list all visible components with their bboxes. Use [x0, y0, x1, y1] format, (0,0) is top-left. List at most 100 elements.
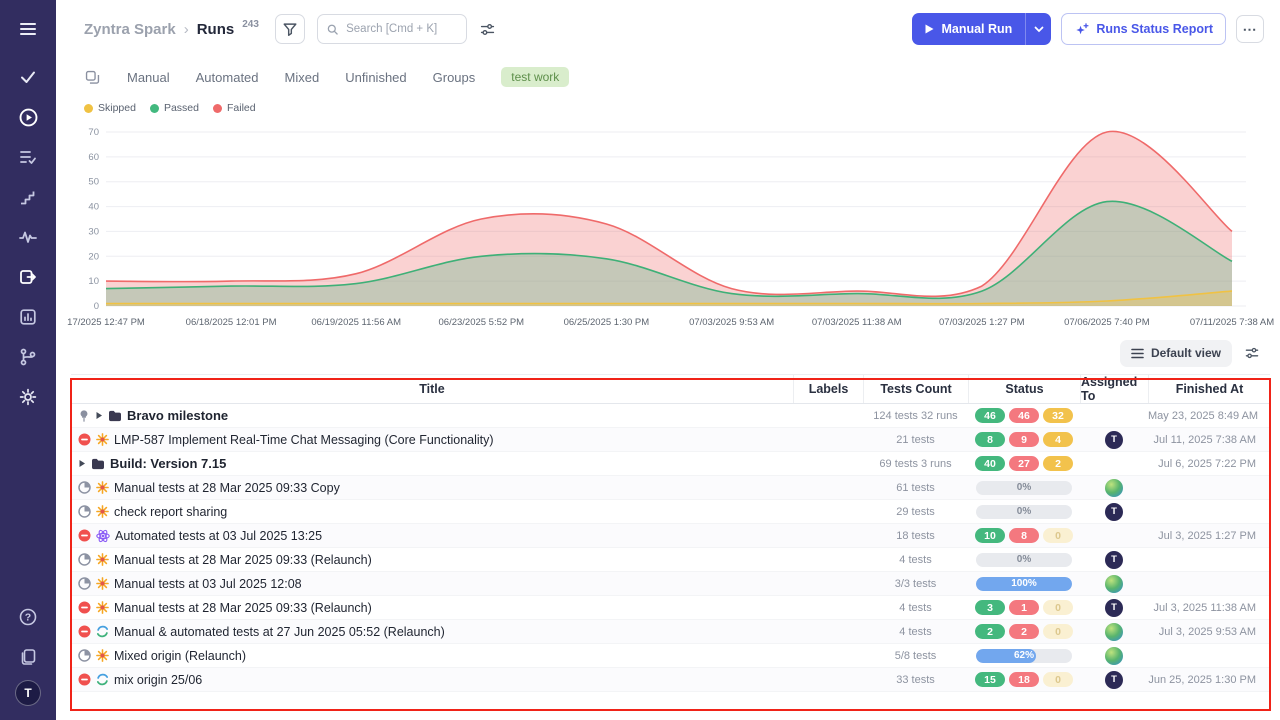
user-avatar[interactable]: T — [15, 680, 41, 706]
table-row[interactable]: LMP-587 Implement Real-Time Chat Messagi… — [71, 428, 1270, 452]
table-row[interactable]: Manual tests at 03 Jul 2025 12:083/3 tes… — [71, 572, 1270, 596]
assignee-avatar-globe[interactable] — [1105, 623, 1123, 641]
run-title[interactable]: Manual & automated tests at 27 Jun 2025 … — [114, 625, 445, 639]
column-header-title[interactable]: Title — [71, 375, 793, 403]
tab-manual[interactable]: Manual — [127, 70, 170, 85]
chevron-down-icon — [1034, 26, 1044, 33]
default-view-button[interactable]: Default view — [1120, 340, 1232, 367]
select-runs-button[interactable] — [84, 69, 101, 86]
sidebar-item-milestones[interactable] — [9, 180, 47, 214]
sidebar-item-cases[interactable] — [9, 60, 47, 94]
progress-label: 0% — [976, 481, 1072, 495]
status-cell: 1080 — [968, 528, 1080, 543]
run-title[interactable]: Manual tests at 28 Mar 2025 09:33 Copy — [114, 481, 340, 495]
table-row[interactable]: mix origin 25/0633 tests15180TJun 25, 20… — [71, 668, 1270, 692]
sidebar-item-plans[interactable] — [9, 140, 47, 174]
tab-groups[interactable]: Groups — [433, 70, 476, 85]
table-row[interactable]: Manual tests at 28 Mar 2025 09:33 Copy61… — [71, 476, 1270, 500]
column-header-status[interactable]: Status — [968, 375, 1080, 403]
column-header-labels[interactable]: Labels — [793, 375, 863, 403]
tab-unfinished[interactable]: Unfinished — [345, 70, 406, 85]
table-row[interactable]: Manual tests at 28 Mar 2025 09:33 (Relau… — [71, 548, 1270, 572]
run-title[interactable]: LMP-587 Implement Real-Time Chat Messagi… — [114, 433, 494, 447]
tab-mixed[interactable]: Mixed — [285, 70, 320, 85]
assignee-avatar[interactable]: T — [1105, 503, 1123, 521]
table-row[interactable]: Manual & automated tests at 27 Jun 2025 … — [71, 620, 1270, 644]
column-header-tests-count[interactable]: Tests Count — [863, 375, 968, 403]
table-row[interactable]: Mixed origin (Relaunch)5/8 tests62% — [71, 644, 1270, 668]
sidebar-item-traceability[interactable] — [9, 340, 47, 374]
sidebar-item-runs[interactable] — [9, 100, 47, 134]
status-cell: 62% — [968, 649, 1080, 663]
svg-text:0: 0 — [94, 301, 99, 312]
sidebar-item-docs[interactable] — [9, 640, 47, 674]
active-filter-tag[interactable]: test work — [501, 67, 569, 87]
assignee-avatar[interactable]: T — [1105, 431, 1123, 449]
sidebar-item-activity[interactable] — [9, 220, 47, 254]
run-title[interactable]: Manual tests at 28 Mar 2025 09:33 (Relau… — [114, 601, 372, 615]
legend-label: Passed — [164, 102, 199, 114]
manual-run-type-icon — [96, 553, 109, 566]
table-row[interactable]: Manual tests at 28 Mar 2025 09:33 (Relau… — [71, 596, 1270, 620]
runs-status-report-button[interactable]: Runs Status Report — [1061, 13, 1226, 45]
manual-run-dropdown-button[interactable] — [1025, 13, 1051, 45]
breadcrumb-project[interactable]: Zyntra Spark — [84, 21, 176, 38]
legend-label: Skipped — [98, 102, 136, 114]
search-box[interactable] — [317, 14, 467, 44]
progress-label: 0% — [976, 553, 1072, 567]
run-title[interactable]: Automated tests at 03 Jul 2025 13:25 — [115, 529, 322, 543]
table-row[interactable]: Bravo milestone124 tests 32 runs464632Ma… — [71, 404, 1270, 428]
sidebar-item-help[interactable]: ? — [9, 600, 47, 634]
hamburger-menu-icon — [18, 19, 38, 39]
documents-icon — [18, 647, 38, 667]
manual-run-type-icon — [96, 433, 109, 446]
runs-status-report-label: Runs Status Report — [1096, 22, 1213, 36]
runs-count-badge: 243 — [242, 19, 259, 30]
run-title[interactable]: Bravo milestone — [127, 408, 228, 423]
assignee-avatar[interactable]: T — [1105, 551, 1123, 569]
table-row[interactable]: Automated tests at 03 Jul 2025 13:2518 t… — [71, 524, 1270, 548]
failed-count-badge: 8 — [1009, 528, 1039, 543]
mixed-run-type-icon — [96, 625, 109, 638]
failed-status-icon — [78, 433, 91, 446]
sidebar-item-menu[interactable] — [9, 12, 47, 46]
filter-button[interactable] — [275, 14, 305, 44]
run-title[interactable]: mix origin 25/06 — [114, 673, 202, 687]
search-input[interactable] — [344, 22, 457, 36]
tab-automated[interactable]: Automated — [196, 70, 259, 85]
assigned-cell — [1080, 623, 1148, 641]
manual-run-button[interactable]: Manual Run — [912, 13, 1025, 45]
assignee-avatar[interactable]: T — [1105, 671, 1123, 689]
run-title[interactable]: check report sharing — [114, 505, 227, 519]
passed-count-badge: 46 — [975, 408, 1005, 423]
column-header-assigned-to[interactable]: Assigned To — [1080, 375, 1148, 403]
legend-item: Passed — [150, 102, 199, 114]
assigned-cell — [1080, 479, 1148, 497]
sidebar-item-reports[interactable] — [9, 300, 47, 334]
finished-at-cell: Jul 11, 2025 7:38 AM — [1148, 434, 1270, 446]
assignee-avatar[interactable]: T — [1105, 599, 1123, 617]
run-title[interactable]: Manual tests at 28 Mar 2025 09:33 (Relau… — [114, 553, 372, 567]
sidebar-item-export[interactable] — [9, 260, 47, 294]
run-title-cell: Manual tests at 28 Mar 2025 09:33 Copy — [71, 481, 793, 495]
assignee-avatar-globe[interactable] — [1105, 575, 1123, 593]
columns-settings-button[interactable] — [479, 21, 496, 38]
expand-chevron-icon[interactable] — [95, 411, 103, 420]
run-title[interactable]: Mixed origin (Relaunch) — [114, 649, 246, 663]
view-settings-button[interactable] — [1244, 345, 1260, 361]
sidebar-item-settings[interactable] — [9, 380, 47, 414]
expand-chevron-icon[interactable] — [78, 459, 86, 468]
svg-text:07/03/2025 1:27 PM: 07/03/2025 1:27 PM — [939, 317, 1025, 328]
more-actions-button[interactable]: ⋯ — [1236, 15, 1264, 43]
legend-item: Failed — [213, 102, 256, 114]
run-title[interactable]: Build: Version 7.15 — [110, 456, 226, 471]
run-title[interactable]: Manual tests at 03 Jul 2025 12:08 — [114, 577, 302, 591]
table-row[interactable]: check report sharing29 tests0%T — [71, 500, 1270, 524]
table-row[interactable]: Build: Version 7.1569 tests 3 runs40272J… — [71, 452, 1270, 476]
finished-at-cell: Jun 25, 2025 1:30 PM — [1148, 674, 1270, 686]
assignee-avatar-globe[interactable] — [1105, 647, 1123, 665]
assignee-avatar-globe[interactable] — [1105, 479, 1123, 497]
svg-text:06/25/2025 1:30 PM: 06/25/2025 1:30 PM — [564, 317, 650, 328]
column-header-finished-at[interactable]: Finished At — [1148, 375, 1270, 403]
pin-icon — [78, 409, 90, 423]
